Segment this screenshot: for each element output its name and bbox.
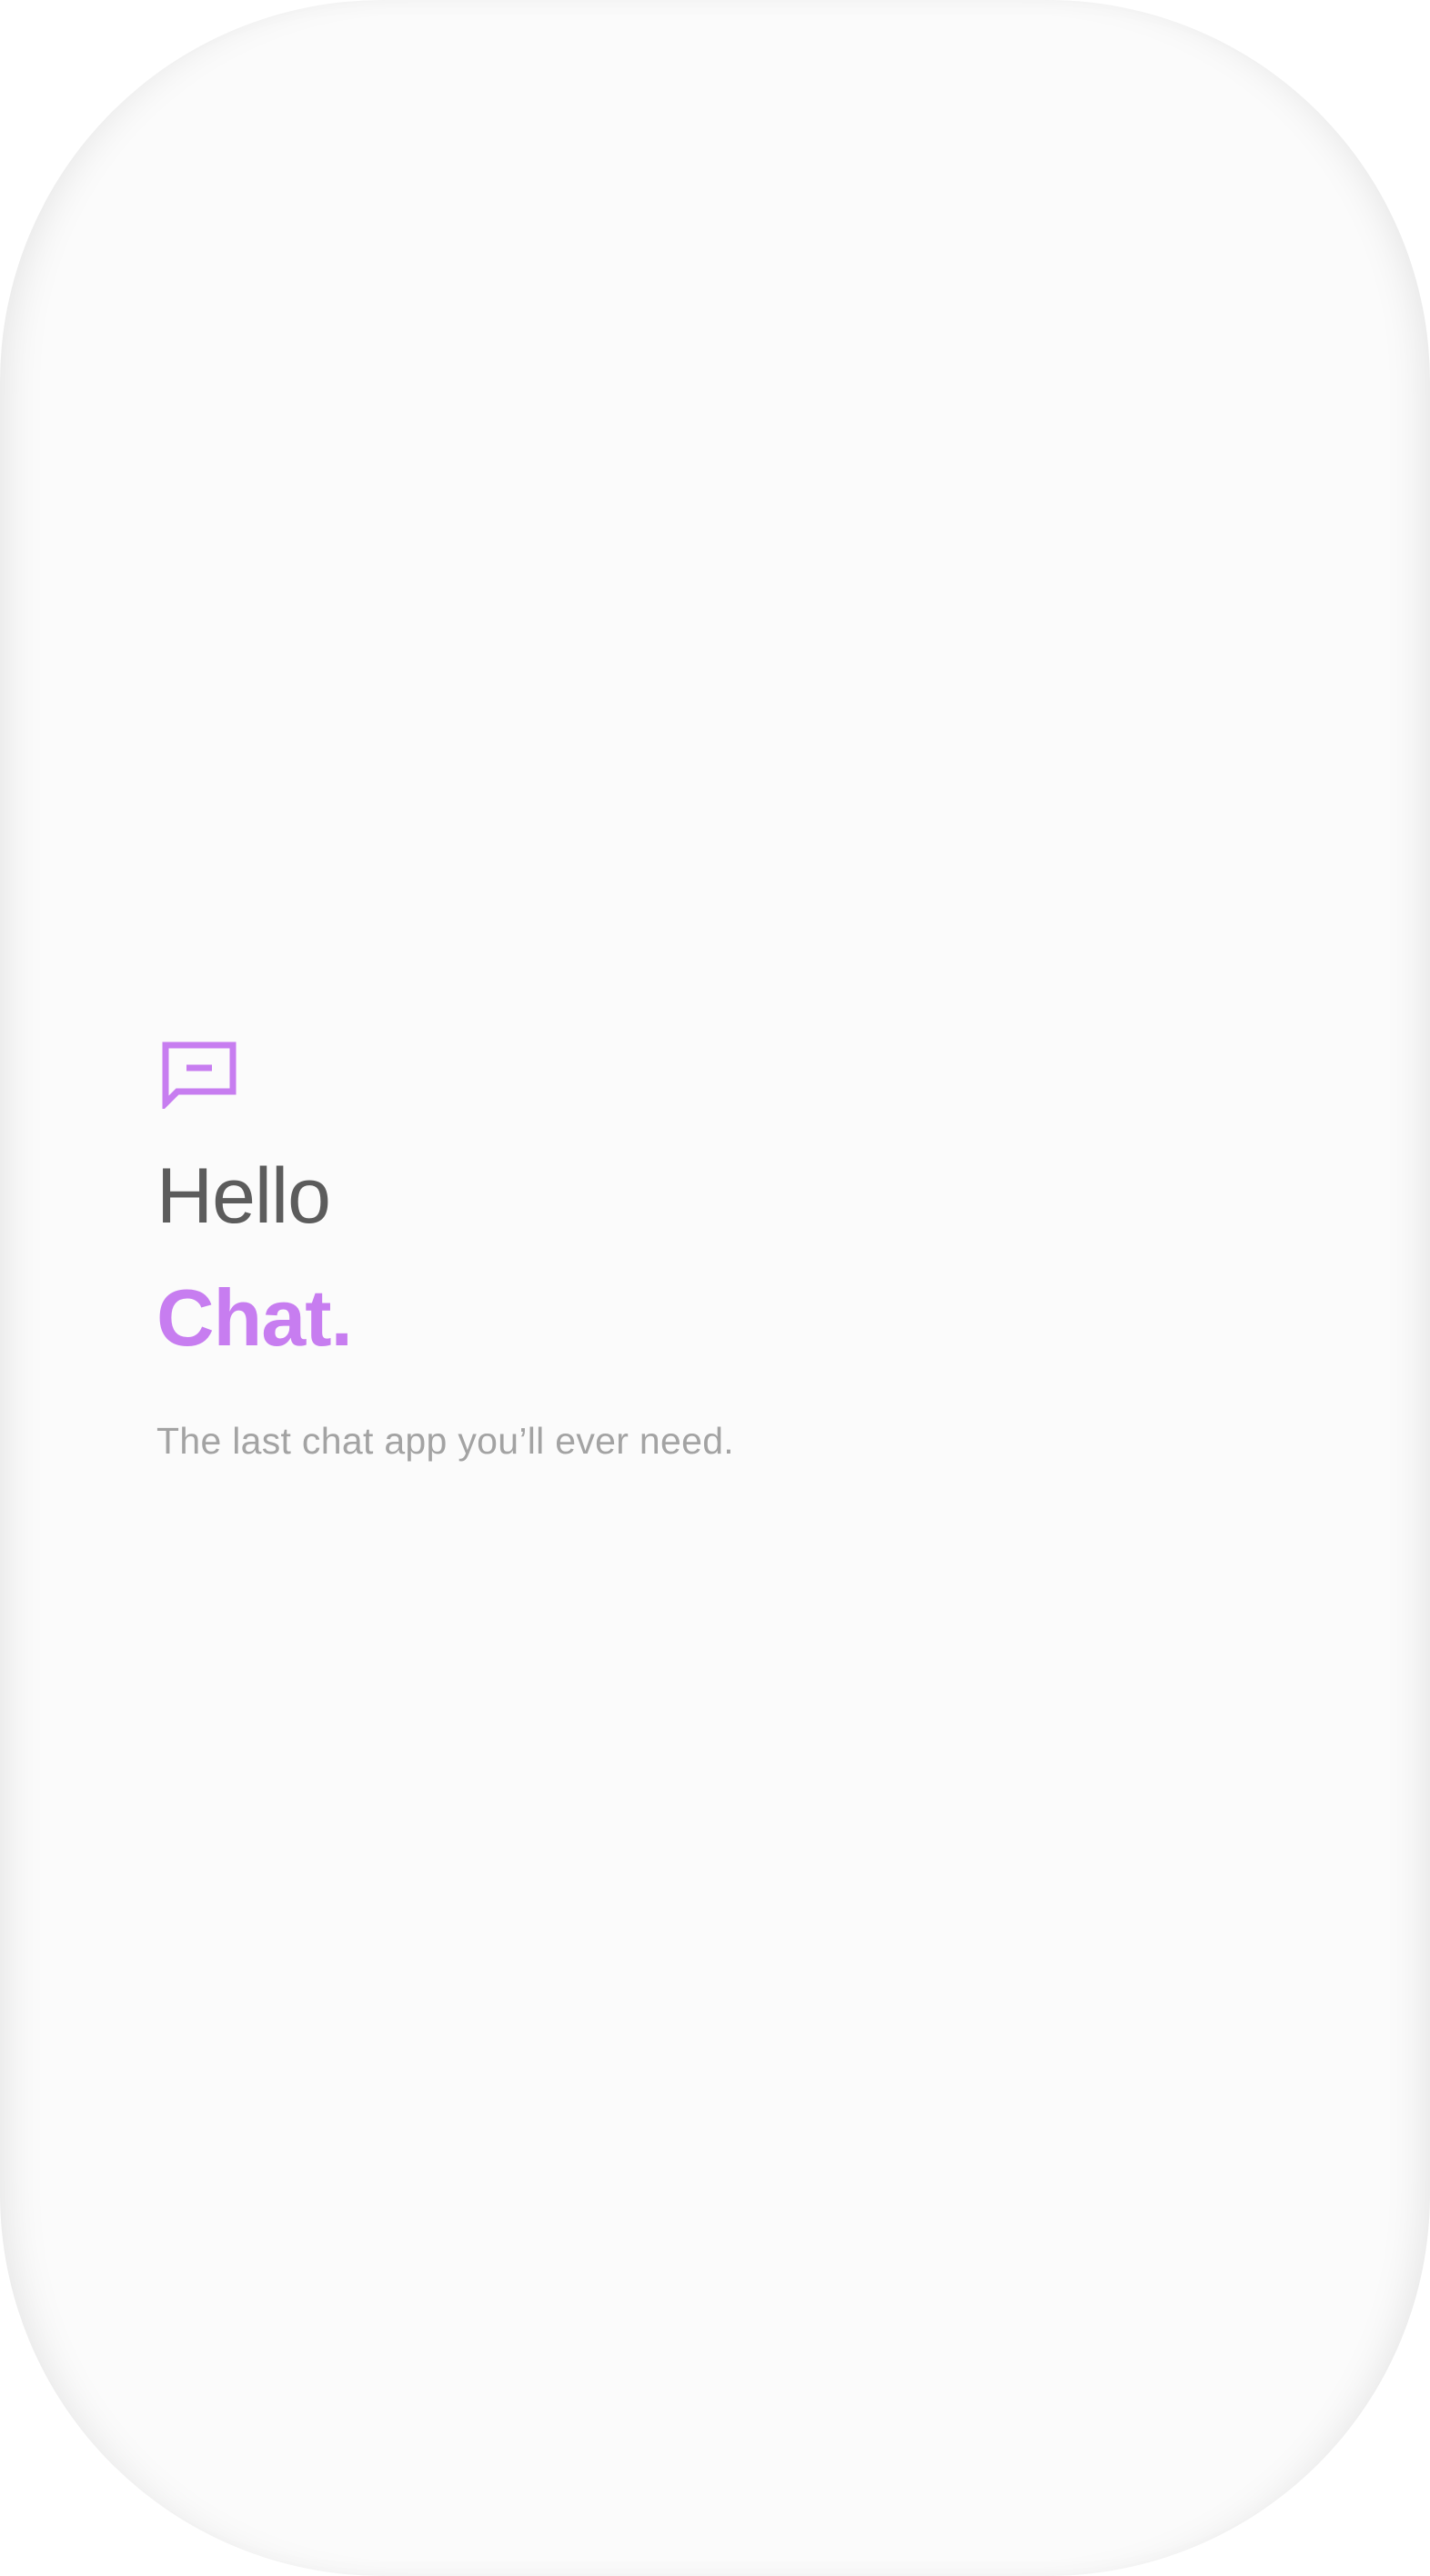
chat-bubble-icon — [162, 1041, 237, 1109]
splash-content: Hello Chat. The last chat app you’ll eve… — [156, 1040, 1248, 1464]
splash-screen: Hello Chat. The last chat app you’ll eve… — [0, 0, 1430, 2576]
greeting-text: Hello — [156, 1152, 331, 1240]
app-name-title: Chat. — [156, 1273, 353, 1363]
tagline-text: The last chat app you’ll ever need. — [156, 1420, 734, 1462]
